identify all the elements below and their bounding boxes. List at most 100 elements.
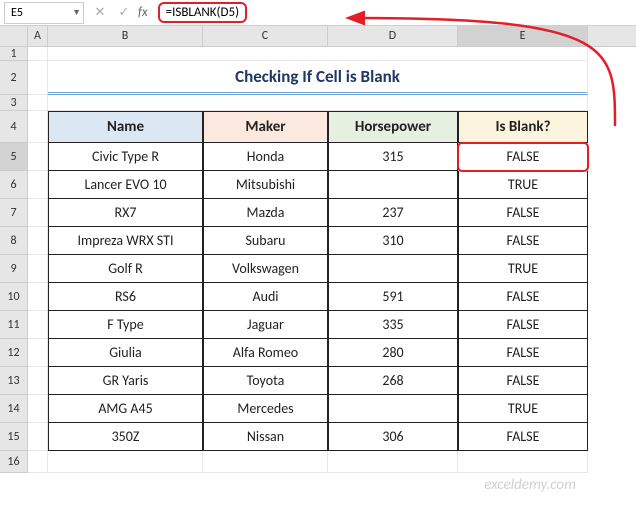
- cell-name[interactable]: Impreza WRX STI: [48, 227, 203, 255]
- col-header-e[interactable]: E: [458, 26, 588, 46]
- cell-blank[interactable]: FALSE: [458, 283, 588, 311]
- cell-d16[interactable]: [328, 451, 458, 473]
- cell-a[interactable]: [28, 255, 48, 283]
- cell-hp[interactable]: 237: [328, 199, 458, 227]
- cell-blank[interactable]: FALSE: [458, 199, 588, 227]
- cancel-icon[interactable]: ✕: [88, 2, 112, 24]
- dropdown-icon[interactable]: ▼: [72, 7, 81, 18]
- cell-a[interactable]: [28, 367, 48, 395]
- cell-b1[interactable]: [48, 47, 588, 61]
- header-blank[interactable]: Is Blank?: [458, 111, 588, 143]
- cell-a[interactable]: [28, 171, 48, 199]
- cell-blank[interactable]: FALSE: [458, 339, 588, 367]
- cell-blank[interactable]: FALSE: [458, 311, 588, 339]
- row-header-4[interactable]: 4: [0, 111, 28, 143]
- cell-hp[interactable]: 310: [328, 227, 458, 255]
- header-maker[interactable]: Maker: [203, 111, 328, 143]
- row-header-1[interactable]: 1: [0, 47, 28, 61]
- cell-name[interactable]: F Type: [48, 311, 203, 339]
- row-header[interactable]: 8: [0, 227, 28, 255]
- cell-a[interactable]: [28, 143, 48, 171]
- row-header[interactable]: 12: [0, 339, 28, 367]
- col-header-d[interactable]: D: [328, 26, 458, 46]
- cell-blank[interactable]: TRUE: [458, 255, 588, 283]
- cell-a[interactable]: [28, 311, 48, 339]
- cell-maker[interactable]: Nissan: [203, 423, 328, 451]
- cell-name[interactable]: Civic Type R: [48, 143, 203, 171]
- cell-blank[interactable]: FALSE: [458, 367, 588, 395]
- cell-blank[interactable]: FALSE: [458, 227, 588, 255]
- cell-a2[interactable]: [28, 61, 48, 95]
- cell-maker[interactable]: Mitsubishi: [203, 171, 328, 199]
- col-header-c[interactable]: C: [203, 26, 328, 46]
- cell-hp[interactable]: 280: [328, 339, 458, 367]
- cell-e16[interactable]: [458, 451, 588, 473]
- cell-maker[interactable]: Mazda: [203, 199, 328, 227]
- cell-hp[interactable]: [328, 255, 458, 283]
- cell-blank[interactable]: TRUE: [458, 395, 588, 423]
- cell-hp[interactable]: 335: [328, 311, 458, 339]
- row-header[interactable]: 5: [0, 143, 28, 171]
- header-name[interactable]: Name: [48, 111, 203, 143]
- enter-icon[interactable]: ✓: [112, 2, 136, 24]
- cell-maker[interactable]: Mercedes: [203, 395, 328, 423]
- select-all-corner[interactable]: [0, 26, 28, 46]
- cell-hp[interactable]: 306: [328, 423, 458, 451]
- cell-maker[interactable]: Toyota: [203, 367, 328, 395]
- row-header-16[interactable]: 16: [0, 451, 28, 473]
- cell-name[interactable]: GR Yaris: [48, 367, 203, 395]
- title-cell[interactable]: Checking If Cell is Blank: [48, 61, 588, 95]
- cell-hp[interactable]: 268: [328, 367, 458, 395]
- cell-a[interactable]: [28, 395, 48, 423]
- cell-name[interactable]: RS6: [48, 283, 203, 311]
- cell-maker[interactable]: Volkswagen: [203, 255, 328, 283]
- cell-a16[interactable]: [28, 451, 48, 473]
- cell-blank[interactable]: FALSE: [458, 143, 588, 171]
- cell-b3[interactable]: [48, 95, 588, 111]
- cell-hp[interactable]: [328, 171, 458, 199]
- row-header-3[interactable]: 3: [0, 95, 28, 111]
- cell-a3[interactable]: [28, 95, 48, 111]
- cell-name[interactable]: AMG A45: [48, 395, 203, 423]
- cell-hp[interactable]: 591: [328, 283, 458, 311]
- name-box[interactable]: E5 ▼: [4, 2, 84, 24]
- row-header[interactable]: 11: [0, 311, 28, 339]
- row-header[interactable]: 15: [0, 423, 28, 451]
- cell-name[interactable]: RX7: [48, 199, 203, 227]
- cell-a[interactable]: [28, 283, 48, 311]
- cell-a[interactable]: [28, 227, 48, 255]
- cell-c16[interactable]: [203, 451, 328, 473]
- cell-maker[interactable]: Honda: [203, 143, 328, 171]
- cell-hp[interactable]: [328, 395, 458, 423]
- header-hp[interactable]: Horsepower: [328, 111, 458, 143]
- cell-maker[interactable]: Audi: [203, 283, 328, 311]
- cell-a4[interactable]: [28, 111, 48, 143]
- row-header[interactable]: 6: [0, 171, 28, 199]
- row-header[interactable]: 7: [0, 199, 28, 227]
- cell-b16[interactable]: [48, 451, 203, 473]
- cell-hp[interactable]: 315: [328, 143, 458, 171]
- row-header[interactable]: 10: [0, 283, 28, 311]
- cell-maker[interactable]: Subaru: [203, 227, 328, 255]
- cell-name[interactable]: Giulia: [48, 339, 203, 367]
- cell-a[interactable]: [28, 199, 48, 227]
- row-header[interactable]: 14: [0, 395, 28, 423]
- cell-name[interactable]: 350Z: [48, 423, 203, 451]
- cell-name[interactable]: Lancer EVO 10: [48, 171, 203, 199]
- col-header-b[interactable]: B: [48, 26, 203, 46]
- row-header[interactable]: 13: [0, 367, 28, 395]
- table-row: 7 RX7Mazda237FALSE: [0, 199, 636, 227]
- formula-input[interactable]: =ISBLANK(D5): [154, 2, 636, 24]
- row-header[interactable]: 9: [0, 255, 28, 283]
- cell-name[interactable]: Golf R: [48, 255, 203, 283]
- cell-a1[interactable]: [28, 47, 48, 61]
- cell-maker[interactable]: Jaguar: [203, 311, 328, 339]
- cell-blank[interactable]: TRUE: [458, 171, 588, 199]
- col-header-a[interactable]: A: [28, 26, 48, 46]
- row-header-2[interactable]: 2: [0, 61, 28, 95]
- cell-blank[interactable]: FALSE: [458, 423, 588, 451]
- cell-a[interactable]: [28, 423, 48, 451]
- cell-maker[interactable]: Alfa Romeo: [203, 339, 328, 367]
- cell-a[interactable]: [28, 339, 48, 367]
- fx-icon[interactable]: fx: [138, 5, 148, 20]
